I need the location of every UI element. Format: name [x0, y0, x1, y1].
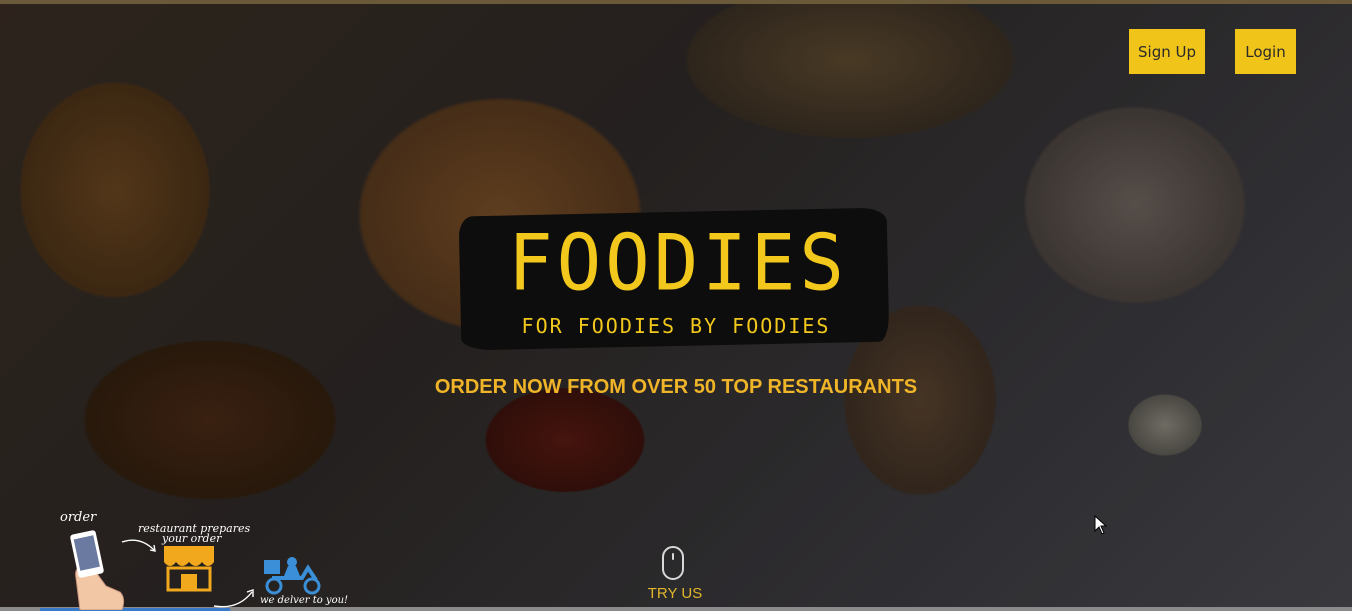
signup-button[interactable]: Sign Up [1129, 29, 1205, 74]
mouse-pointer-icon [1094, 515, 1108, 535]
logo-title: FOODIES [508, 217, 848, 309]
step-order-label: order [60, 510, 97, 525]
foodies-logo: FOODIES FOR FOODIES BY FOODIES [456, 202, 892, 352]
window-top-edge [0, 0, 1352, 4]
storefront-icon [164, 546, 214, 592]
hero-headline: ORDER NOW FROM OVER 50 TOP RESTAURANTS [434, 376, 918, 398]
arrow-icon-2 [213, 589, 254, 608]
mouse-scroll-icon[interactable] [662, 546, 684, 580]
logo-tagline: FOR FOODIES BY FOODIES [521, 314, 831, 338]
step-deliver-label: we delver to you! [260, 595, 349, 606]
how-it-works-steps: order restaurant prepares your order we … [50, 506, 350, 610]
arrow-icon [121, 539, 156, 552]
try-us-link[interactable]: TRY US [640, 585, 710, 602]
delivery-scooter-icon [264, 557, 321, 595]
login-button[interactable]: Login [1235, 29, 1296, 74]
